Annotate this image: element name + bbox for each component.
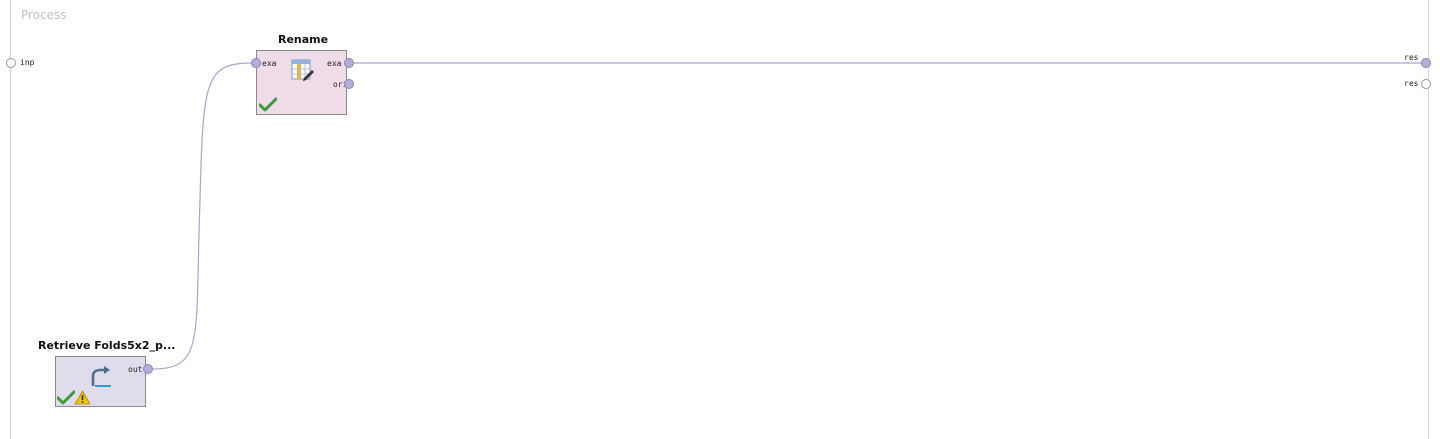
rename-input-port[interactable]	[251, 58, 261, 68]
rename-out-port-label-1: exa	[327, 59, 342, 68]
retrieve-operator[interactable]: out	[55, 356, 146, 407]
result-port-1[interactable]	[1421, 58, 1431, 68]
process-input-port[interactable]	[6, 58, 16, 68]
wire-retrieve-to-rename	[151, 62, 253, 370]
rename-operator-title: Rename	[278, 33, 329, 46]
rename-output-port-exa[interactable]	[344, 58, 354, 68]
connection-wires	[151, 62, 1422, 370]
rename-in-port-label: exa	[262, 59, 277, 68]
retrieve-output-port[interactable]	[143, 364, 153, 374]
table-edit-icon	[291, 59, 314, 81]
status-ok-check-icon	[259, 97, 277, 112]
process-input-label: inp	[20, 58, 35, 67]
process-canvas[interactable]: Process inp res res Rename exa exa ori R…	[0, 0, 1440, 439]
status-ok-check-icon	[57, 390, 75, 405]
result-port-label-2: res	[1404, 79, 1419, 88]
rename-operator[interactable]: exa exa ori	[256, 50, 347, 115]
result-port-2[interactable]	[1421, 79, 1431, 89]
rename-output-port-ori[interactable]	[344, 79, 354, 89]
result-port-label-1: res	[1404, 53, 1419, 62]
retrieve-out-port-label: out	[128, 365, 143, 374]
retrieve-arrow-icon	[91, 366, 111, 387]
retrieve-operator-title: Retrieve Folds5x2_p...	[38, 339, 176, 352]
warning-icon	[74, 390, 91, 405]
